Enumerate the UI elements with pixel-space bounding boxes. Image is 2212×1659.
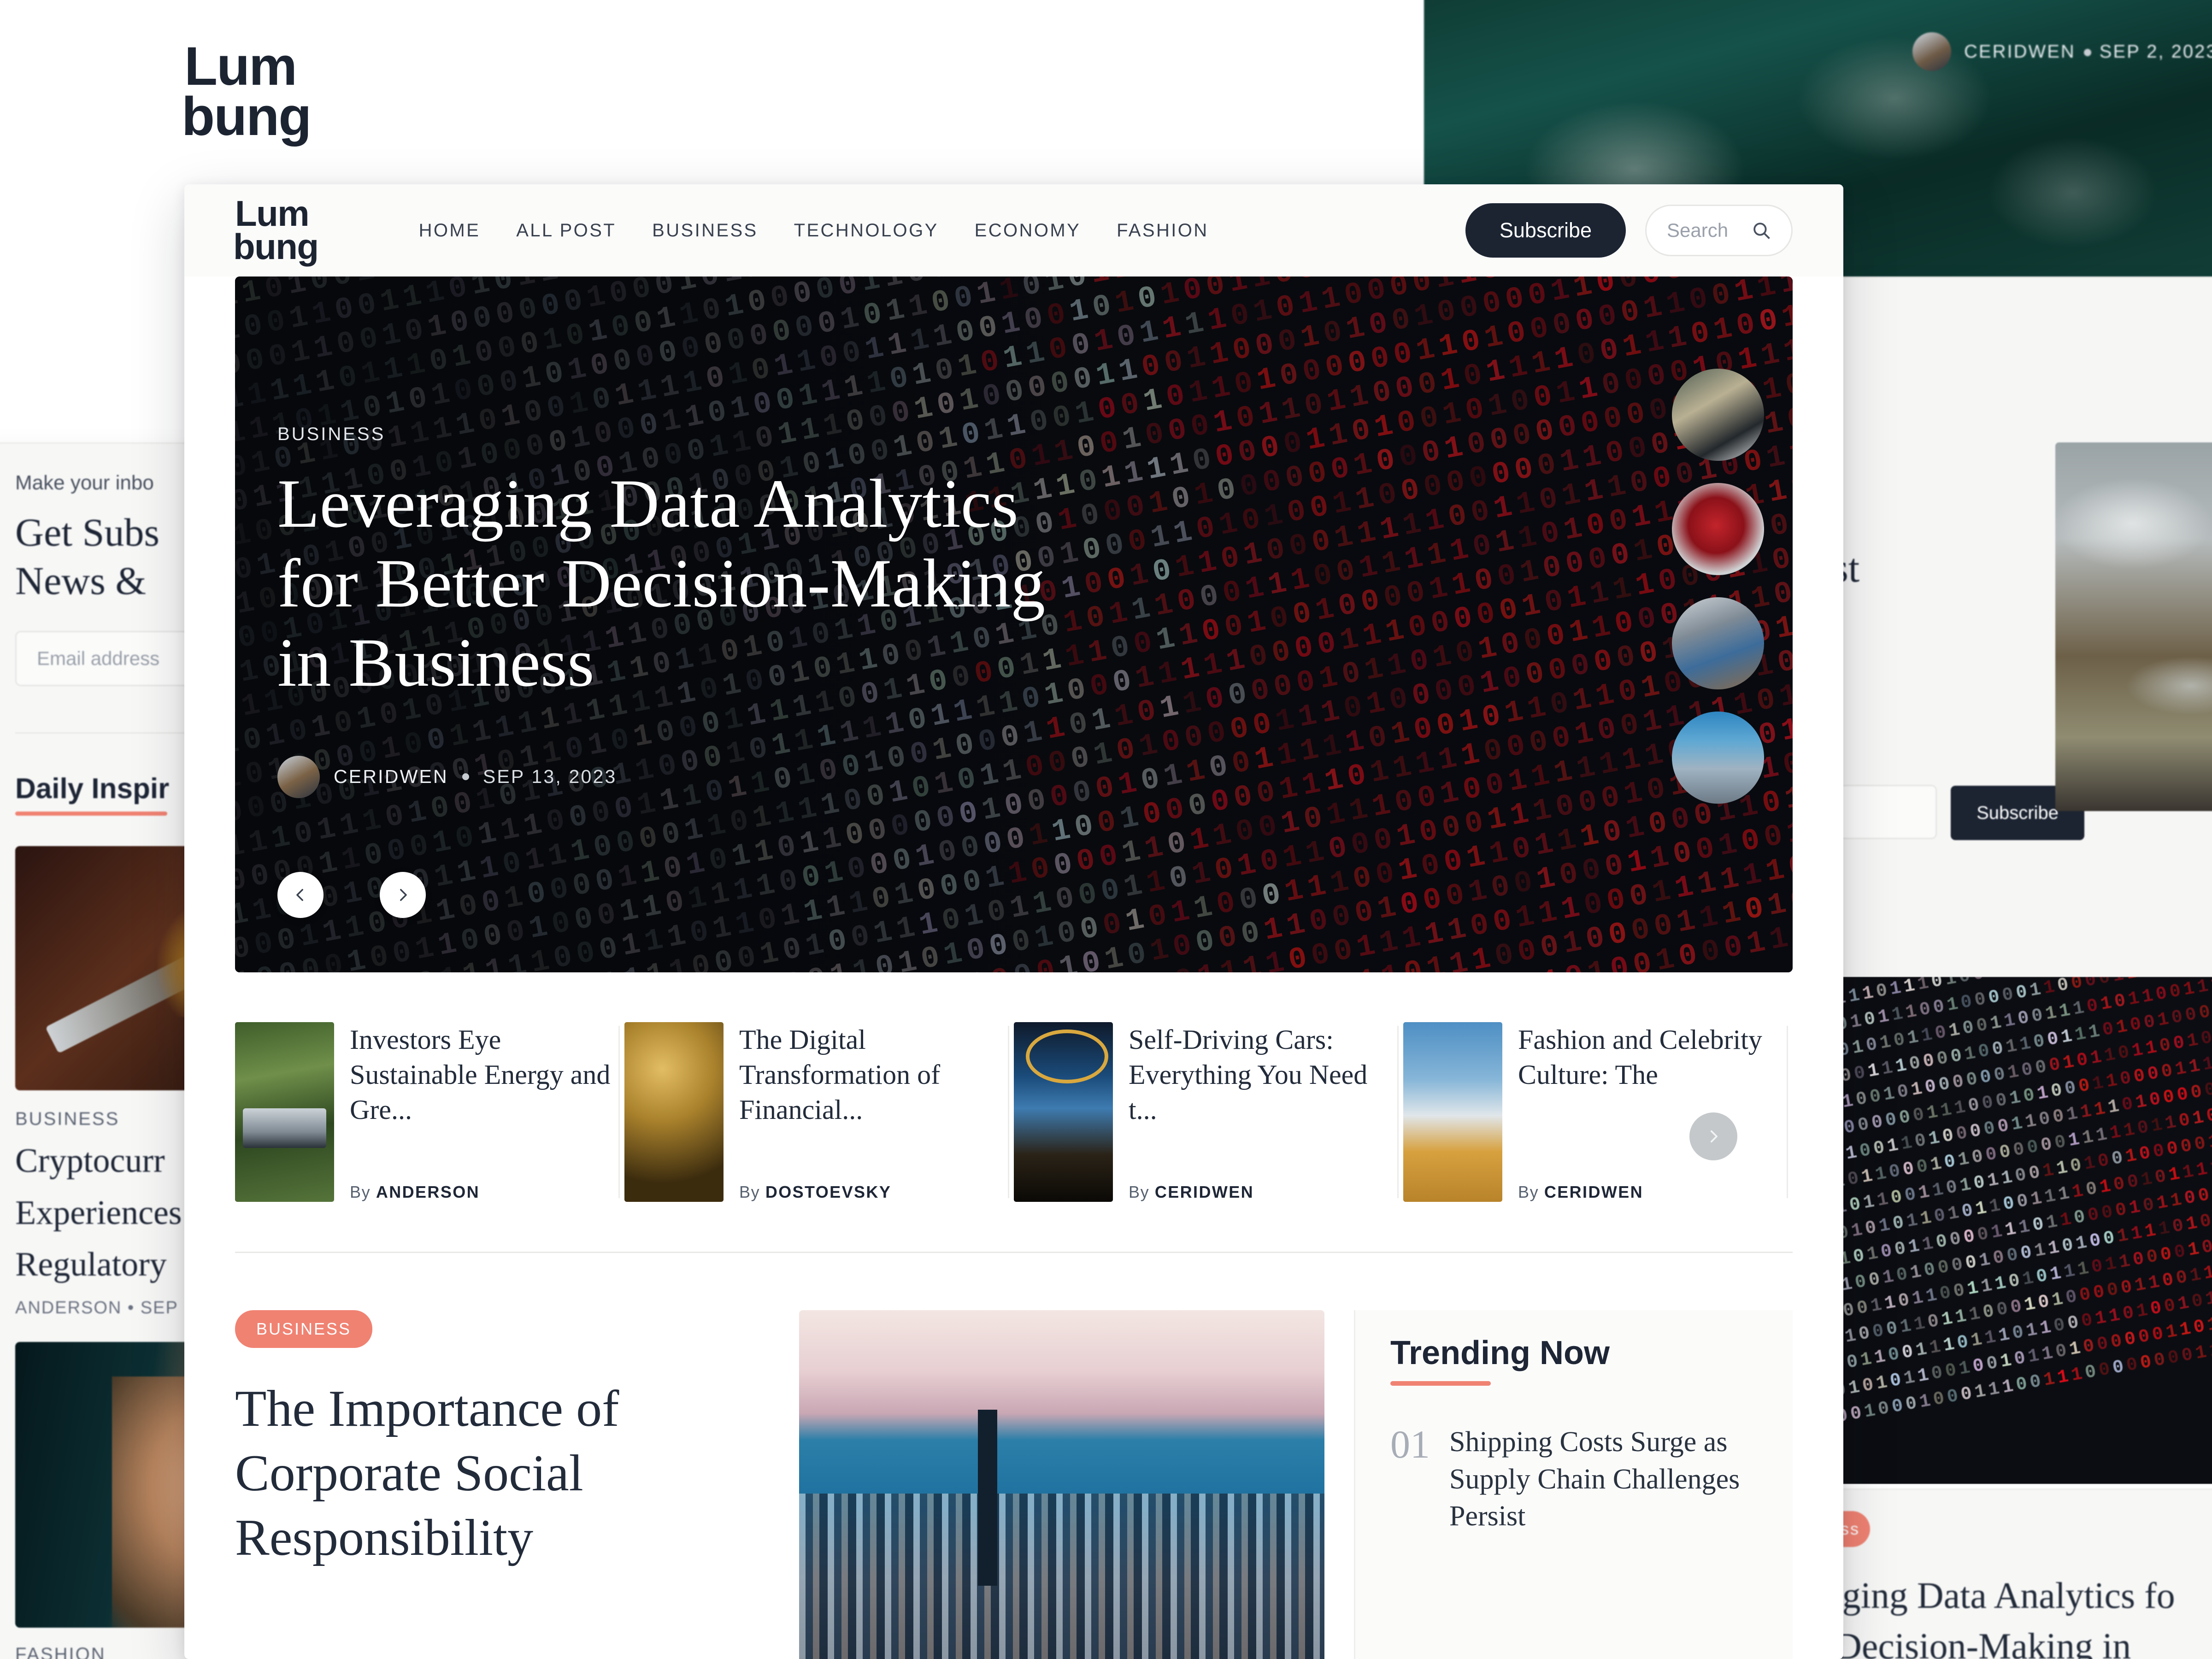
hero-meta: CERIDWEN SEP 13, 2023 [277, 755, 1107, 798]
nav-item-fashion[interactable]: FASHION [1117, 220, 1208, 241]
strip-card[interactable]: Self-Driving Cars: Everything You Need t… [1014, 1022, 1403, 1202]
bg-top-right-author: CERIDWEN [1964, 41, 2076, 62]
chevron-left-icon [296, 888, 303, 901]
nav-item-technology[interactable]: TECHNOLOGY [794, 220, 939, 241]
card-author: By ANDERSON [350, 1182, 480, 1201]
main-navigation: HOME ALL POST BUSINESS TECHNOLOGY ECONOM… [419, 220, 1209, 241]
background-bottom-right-card: ss eraging Data Analytics fo er Decision… [1811, 1488, 2212, 1659]
trending-item-title: Shipping Costs Surge as Supply Chain Cha… [1449, 1426, 1740, 1532]
trending-item-number: 01 [1390, 1422, 1430, 1466]
nav-item-economy[interactable]: ECONOMY [975, 220, 1081, 241]
bg-bottom-title-line2: er Decision-Making in [1811, 1626, 2131, 1659]
list-item[interactable]: 01 Shipping Costs Surge as Supply Chain … [1390, 1424, 1793, 1535]
hero-thumbnail-list [1672, 369, 1764, 804]
strip-card[interactable]: The Digital Transformation of Financial.… [624, 1022, 1014, 1202]
card-title: The Digital Transformation of Financial.… [739, 1024, 941, 1125]
chevron-right-icon [1710, 1130, 1718, 1143]
search-placeholder: Search [1667, 219, 1729, 241]
brand-logo-backdrop: Lum bung [182, 36, 312, 147]
avatar [277, 755, 320, 798]
card-author: By CERIDWEN [1518, 1182, 1644, 1201]
card-thumbnail [624, 1022, 724, 1202]
card-strip-next-button[interactable] [1689, 1112, 1737, 1160]
bg-section-underline [15, 811, 167, 816]
search-icon [1753, 223, 1770, 239]
card-title: Fashion and Celebrity Culture: The [1518, 1024, 1762, 1090]
header-actions: Subscribe Search [1465, 203, 1793, 258]
hero-date: SEP 13, 2023 [482, 766, 617, 787]
strip-card[interactable]: Investors Eye Sustainable Energy and Gre… [235, 1022, 624, 1202]
card-author: By DOSTOEVSKY [739, 1182, 892, 1201]
strip-card[interactable]: Fashion and Celebrity Culture: The By CE… [1403, 1022, 1793, 1202]
feature-title[interactable]: The Importance of Corporate Social Respo… [235, 1377, 770, 1570]
card-author: By CERIDWEN [1129, 1182, 1254, 1201]
bg-bottom-title-line1: eraging Data Analytics fo [1811, 1576, 2175, 1616]
hero-author: CERIDWEN [334, 766, 448, 787]
search-input[interactable]: Search [1645, 205, 1793, 256]
card-title: Investors Eye Sustainable Energy and Gre… [350, 1024, 611, 1125]
bg-top-right-date: SEP 2, 2023 [2099, 41, 2212, 62]
article-card-strip: Investors Eye Sustainable Energy and Gre… [235, 1022, 1793, 1202]
meta-separator-dot [462, 773, 469, 780]
card-thumbnail [235, 1022, 334, 1202]
status-badge[interactable]: BUSINESS [235, 1310, 373, 1348]
brand-logo-line1: Lum [184, 36, 297, 97]
brand-logo-line2: bung [233, 226, 319, 267]
section-divider [235, 1252, 1793, 1253]
chevron-right-icon [400, 888, 407, 901]
feature-image-cityscape [799, 1310, 1324, 1659]
hero-carousel: 1010101011010100100110100100111100110111… [235, 276, 1793, 972]
hero-carousel-controls [277, 872, 426, 918]
subscribe-button[interactable]: Subscribe [1465, 203, 1626, 258]
bg-top-right-meta: CERIDWEN SEP 2, 2023 [1912, 32, 2212, 71]
bg-avatar [1912, 32, 1951, 71]
site-header: Lum bung HOME ALL POST BUSINESS TECHNOLO… [184, 184, 1843, 276]
background-right-landscape-image [2055, 442, 2212, 811]
main-browser-window: Lum bung HOME ALL POST BUSINESS TECHNOLO… [184, 184, 1843, 1659]
hero-thumbnail-1[interactable] [1672, 369, 1764, 461]
hero-content: BUSINESS Leveraging Data Analytics for B… [277, 424, 1107, 798]
hero-thumbnail-3[interactable] [1672, 597, 1764, 689]
bottom-section: BUSINESS The Importance of Corporate Soc… [235, 1310, 1793, 1659]
card-title: Self-Driving Cars: Everything You Need t… [1129, 1024, 1368, 1125]
hero-next-button[interactable] [380, 872, 426, 918]
hero-prev-button[interactable] [277, 872, 324, 918]
trending-title: Trending Now [1390, 1335, 1610, 1371]
nav-item-home[interactable]: HOME [419, 220, 481, 241]
background-binary-image: 1010101011010100100110100100111100110111… [1839, 977, 2212, 1484]
brand-logo-line1: Lum [235, 193, 310, 234]
card-thumbnail [1403, 1022, 1502, 1202]
hero-title[interactable]: Leveraging Data Analytics for Better Dec… [277, 464, 1107, 703]
brand-logo-line2: bung [182, 86, 312, 147]
hero-thumbnail-2[interactable] [1672, 483, 1764, 575]
hero-thumbnail-4[interactable] [1672, 712, 1764, 804]
nav-item-business[interactable]: BUSINESS [652, 220, 758, 241]
trending-now-panel: Trending Now 01 Shipping Costs Surge as … [1354, 1310, 1793, 1659]
card-thumbnail [1014, 1022, 1113, 1202]
hero-category: BUSINESS [277, 424, 386, 444]
bg-meta-dot [2083, 48, 2091, 56]
feature-article[interactable]: BUSINESS The Importance of Corporate Soc… [235, 1310, 770, 1659]
brand-logo[interactable]: Lum bung [233, 193, 319, 267]
nav-item-all-post[interactable]: ALL POST [516, 220, 616, 241]
trending-underline [1390, 1381, 1491, 1386]
